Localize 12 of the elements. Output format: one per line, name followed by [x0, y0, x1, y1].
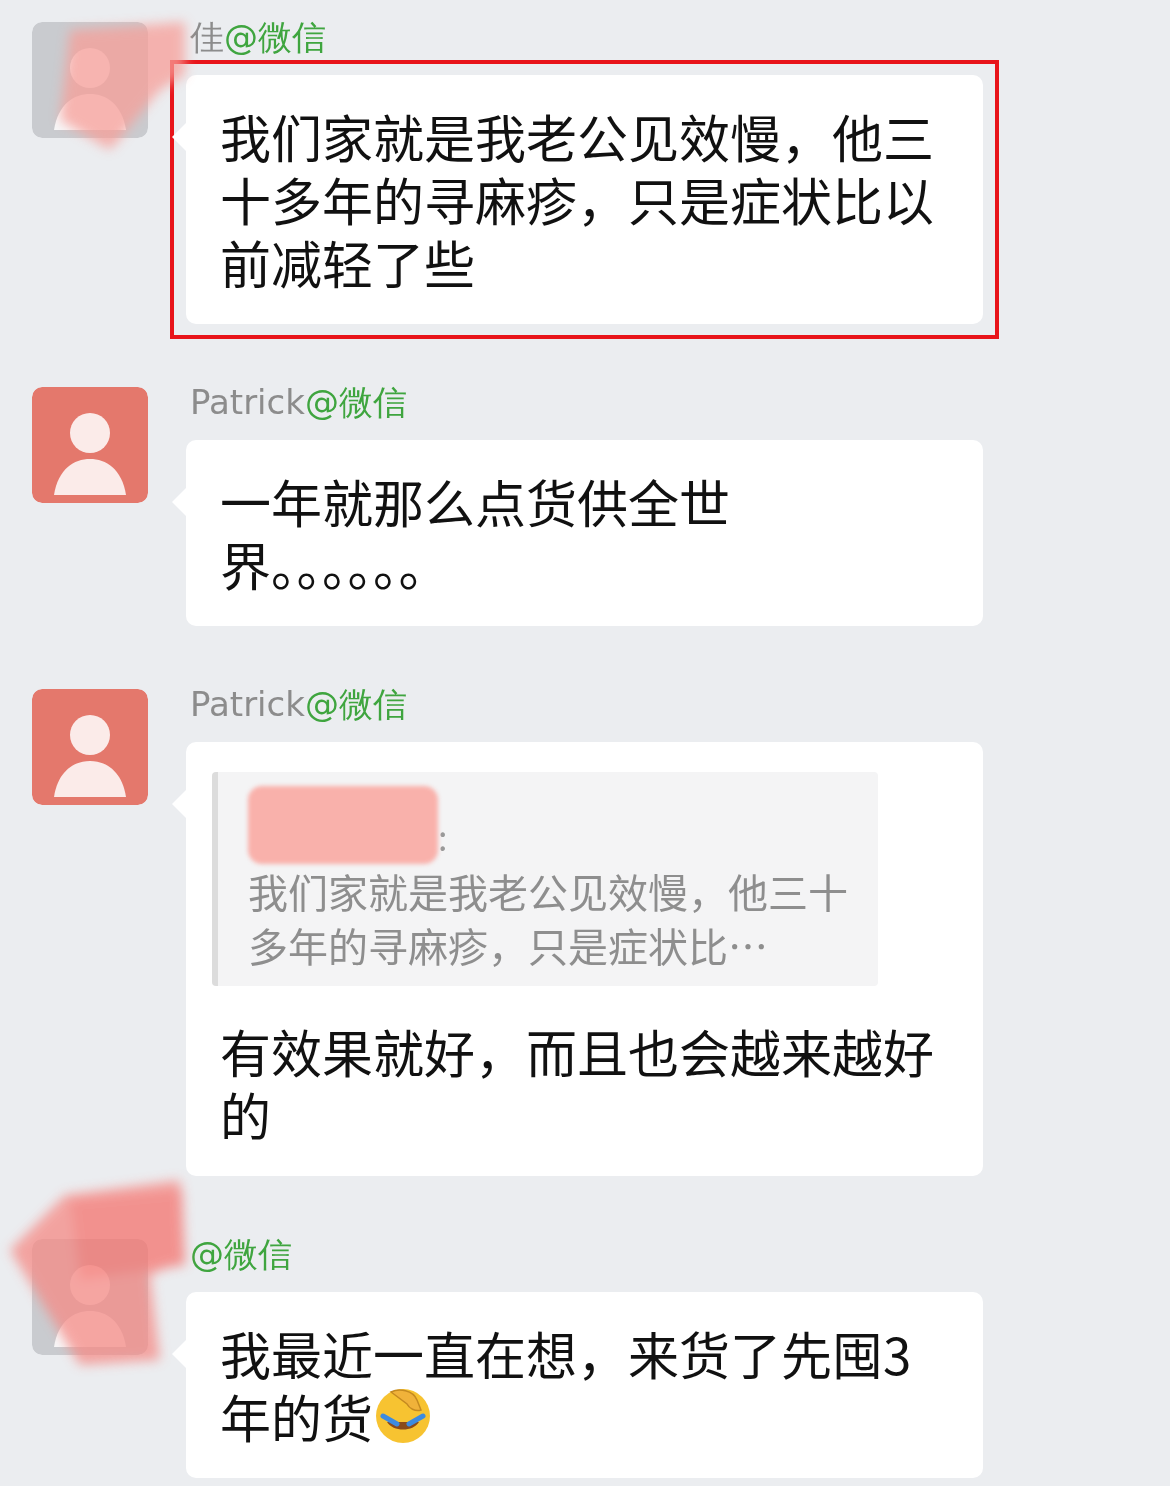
sender-name: @微信	[190, 1233, 292, 1273]
sender-name: Patrick@微信	[190, 381, 407, 421]
sender-name: 佳@微信	[190, 16, 326, 56]
message-text: 我们家就是我老公见效慢，他三十多年的寻麻疹，只是症状比以前减轻了些	[220, 99, 934, 299]
sender-name: Patrick@微信	[190, 683, 407, 723]
quote-separator: :	[438, 811, 448, 863]
message-text: 我最近一直在想，来货了先囤3年的货	[220, 1316, 912, 1453]
avatar[interactable]	[32, 689, 148, 805]
quoted-text: 我们家就是我老公见效慢，他三十多年的寻麻疹，只是症状比…	[248, 864, 848, 972]
avatar[interactable]	[32, 387, 148, 503]
message-text: 有效果就好，而且也会越来越好的	[220, 1014, 934, 1151]
message-text: 一年就那么点货供全世界。。。。。。	[220, 464, 730, 601]
